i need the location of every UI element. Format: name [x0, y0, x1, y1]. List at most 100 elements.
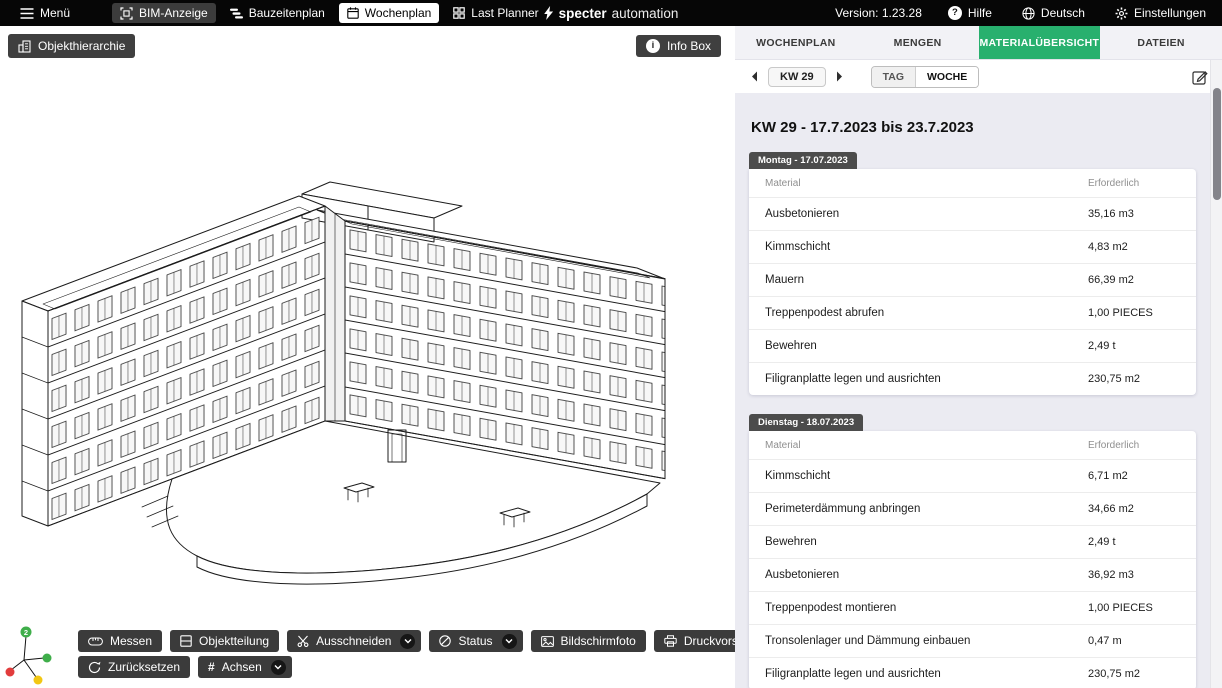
object-hierarchy-button[interactable]: Objekthierarchie — [8, 34, 135, 58]
panel-scrollbar[interactable] — [1210, 60, 1222, 688]
nav-label: Bauzeitenplan — [249, 6, 325, 20]
tab-mengen[interactable]: MENGEN — [857, 26, 979, 59]
table-row[interactable]: Filigranplatte legen und ausrichten230,7… — [749, 658, 1196, 688]
print-preview-button[interactable]: Druckvorschau — [654, 630, 735, 652]
nav-label: Last Planner — [471, 6, 538, 20]
button-label: Status — [458, 634, 492, 648]
split-object-icon — [180, 635, 192, 647]
chevron-down-icon — [274, 664, 282, 670]
ruler-icon — [88, 637, 103, 646]
previous-week-button[interactable] — [747, 69, 762, 84]
day-section-tuesday: Dienstag - 18.07.2023 Material Erforderl… — [749, 412, 1196, 688]
tab-materialuebersicht[interactable]: MATERIALÜBERSICHT — [979, 26, 1101, 59]
nav-last-planner[interactable]: Last Planner — [445, 3, 546, 23]
brand-logo: specter automation — [544, 6, 679, 21]
required-cell: 1,00 PIECES — [1088, 602, 1180, 614]
screenshot-button[interactable]: Bildschirmfoto — [531, 630, 646, 652]
status-circle-icon — [439, 635, 451, 647]
table-row[interactable]: Ausbetonieren36,92 m3 — [749, 559, 1196, 592]
scrollbar-thumb[interactable] — [1213, 88, 1221, 200]
required-cell: 2,49 t — [1088, 340, 1180, 352]
axis-gizmo[interactable]: 2 — [2, 620, 60, 686]
menu-button[interactable]: Menü — [12, 3, 78, 23]
help-label: Hilfe — [968, 6, 992, 20]
bolt-icon — [544, 6, 554, 20]
reset-view-button[interactable]: Zurücksetzen — [78, 656, 190, 678]
toggle-tag[interactable]: TAG — [872, 67, 915, 87]
language-button[interactable]: Deutsch — [1018, 4, 1089, 22]
tab-dateien[interactable]: DATEIEN — [1100, 26, 1222, 59]
tab-wochenplan[interactable]: WOCHENPLAN — [735, 26, 857, 59]
settings-button[interactable]: Einstellungen — [1111, 4, 1210, 22]
info-icon: i — [646, 39, 660, 53]
table-row[interactable]: Tronsolenlager und Dämmung einbauen0,47 … — [749, 625, 1196, 658]
nav-label: BIM-Anzeige — [139, 6, 208, 20]
table-row[interactable]: Perimeterdämmung anbringen34,66 m2 — [749, 493, 1196, 526]
object-split-button[interactable]: Objektteilung — [170, 630, 279, 652]
material-cell: Kimmschicht — [765, 470, 1088, 482]
button-label: Druckvorschau — [684, 634, 735, 648]
material-overview-content: KW 29 - 17.7.2023 bis 23.7.2023 Montag -… — [735, 93, 1222, 688]
reset-icon — [88, 661, 101, 674]
cut-dropdown-toggle[interactable] — [400, 634, 415, 649]
nav-wochenplan[interactable]: Wochenplan — [339, 3, 440, 23]
info-box-label: Info Box — [667, 39, 711, 53]
settings-label: Einstellungen — [1134, 6, 1206, 20]
next-week-button[interactable] — [832, 69, 847, 84]
nav-label: Wochenplan — [365, 6, 432, 20]
material-cell: Kimmschicht — [765, 241, 1088, 253]
scissors-icon — [297, 635, 309, 647]
version-text: Version: 1.23.28 — [835, 6, 922, 20]
axis-dot-green-right — [43, 654, 52, 663]
object-hierarchy-label: Objekthierarchie — [38, 39, 125, 53]
table-row[interactable]: Ausbetonieren35,16 m3 — [749, 198, 1196, 231]
button-label: Achsen — [222, 660, 262, 674]
required-cell: 4,83 m2 — [1088, 241, 1180, 253]
nav-bim-anzeige[interactable]: BIM-Anzeige — [112, 3, 216, 23]
brand-suffix: automation — [612, 6, 679, 21]
table-row[interactable]: Kimmschicht6,71 m2 — [749, 460, 1196, 493]
help-button[interactable]: ? Hilfe — [944, 4, 996, 22]
table-row[interactable]: Treppenpodest abrufen1,00 PIECES — [749, 297, 1196, 330]
export-notes-button[interactable] — [1190, 67, 1210, 87]
week-controls: KW 29 TAG WOCHE — [735, 60, 1222, 93]
material-cell: Filigranplatte legen und ausrichten — [765, 373, 1088, 385]
side-panel: WOCHENPLAN MENGEN MATERIALÜBERSICHT DATE… — [735, 26, 1222, 688]
material-cell: Perimeterdämmung anbringen — [765, 503, 1088, 515]
panel-tabs: WOCHENPLAN MENGEN MATERIALÜBERSICHT DATE… — [735, 26, 1222, 60]
column-header-required: Erforderlich — [1088, 178, 1180, 189]
required-cell: 1,00 PIECES — [1088, 307, 1180, 319]
required-cell: 36,92 m3 — [1088, 569, 1180, 581]
week-chip[interactable]: KW 29 — [768, 67, 826, 87]
building-model-viewport[interactable] — [0, 26, 735, 688]
info-box-button[interactable]: i Info Box — [636, 35, 721, 57]
top-bar: Menü BIM-Anzeige Bauzeitenplan Wochenpla… — [0, 0, 1222, 26]
material-cell: Treppenpodest montieren — [765, 602, 1088, 614]
required-cell: 6,71 m2 — [1088, 470, 1180, 482]
status-button[interactable]: Status — [429, 630, 522, 652]
table-row[interactable]: Bewehren2,49 t — [749, 330, 1196, 363]
measure-button[interactable]: Messen — [78, 630, 162, 652]
toggle-woche[interactable]: WOCHE — [915, 67, 978, 87]
hamburger-icon — [20, 8, 34, 19]
globe-icon — [1022, 7, 1035, 20]
day-week-toggle: TAG WOCHE — [871, 66, 980, 88]
required-cell: 66,39 m2 — [1088, 274, 1180, 286]
cut-button[interactable]: Ausschneiden — [287, 630, 421, 652]
axis-dot-red — [6, 668, 15, 677]
status-dropdown-toggle[interactable] — [502, 634, 517, 649]
nav-bauzeitenplan[interactable]: Bauzeitenplan — [222, 3, 333, 23]
axes-dropdown-toggle[interactable] — [271, 660, 286, 675]
table-row[interactable]: Kimmschicht4,83 m2 — [749, 231, 1196, 264]
table-row[interactable]: Mauern66,39 m2 — [749, 264, 1196, 297]
required-cell: 230,75 m2 — [1088, 373, 1180, 385]
table-row[interactable]: Treppenpodest montieren1,00 PIECES — [749, 592, 1196, 625]
language-label: Deutsch — [1041, 6, 1085, 20]
button-label: Bildschirmfoto — [561, 634, 636, 648]
table-row[interactable]: Bewehren2,49 t — [749, 526, 1196, 559]
chevron-left-icon — [751, 71, 758, 82]
axes-button[interactable]: # Achsen — [198, 656, 292, 678]
table-row[interactable]: Filigranplatte legen und ausrichten230,7… — [749, 363, 1196, 395]
required-cell: 35,16 m3 — [1088, 208, 1180, 220]
hierarchy-icon — [18, 40, 31, 53]
